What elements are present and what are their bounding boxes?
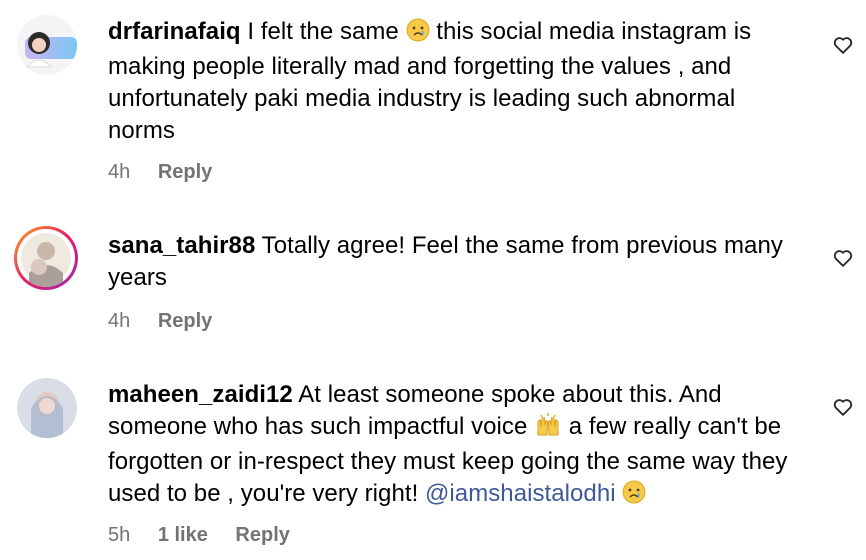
comment-timestamp: 4h [108, 161, 131, 183]
reply-button[interactable]: Reply [158, 161, 212, 183]
comment-body-part: I felt the same [247, 18, 399, 45]
comment-text: maheen_zaidi12 At least someone spoke ab… [108, 379, 808, 513]
avatar[interactable] [14, 226, 78, 290]
comment-meta: 4h Reply [108, 309, 234, 333]
comment-timestamp: 4h [108, 310, 131, 332]
comment-username[interactable]: maheen_zaidi12 [108, 381, 293, 408]
heart-icon[interactable] [832, 34, 854, 56]
comment-timestamp: 5h [108, 524, 131, 546]
crying-face-icon [622, 480, 646, 513]
mention-link[interactable]: @iamshaistalodhi [425, 480, 616, 507]
reply-button[interactable]: Reply [235, 524, 289, 546]
comment-username[interactable]: sana_tahir88 [108, 232, 255, 259]
comment-text: drfarinafaiq I felt the same this social… [108, 16, 808, 147]
heart-icon[interactable] [832, 247, 854, 269]
raising-hands-icon [534, 413, 562, 446]
reply-button[interactable]: Reply [158, 310, 212, 332]
comment-meta: 5h 1 like Reply [108, 523, 312, 547]
comment-username[interactable]: drfarinafaiq [108, 18, 241, 45]
avatar[interactable] [17, 15, 77, 75]
like-count[interactable]: 1 like [158, 524, 208, 546]
heart-icon[interactable] [832, 396, 854, 418]
avatar[interactable] [17, 378, 77, 438]
crying-face-icon [406, 18, 430, 51]
comment-meta: 4h Reply [108, 160, 234, 184]
comment-text: sana_tahir88 Totally agree! Feel the sam… [108, 230, 808, 294]
